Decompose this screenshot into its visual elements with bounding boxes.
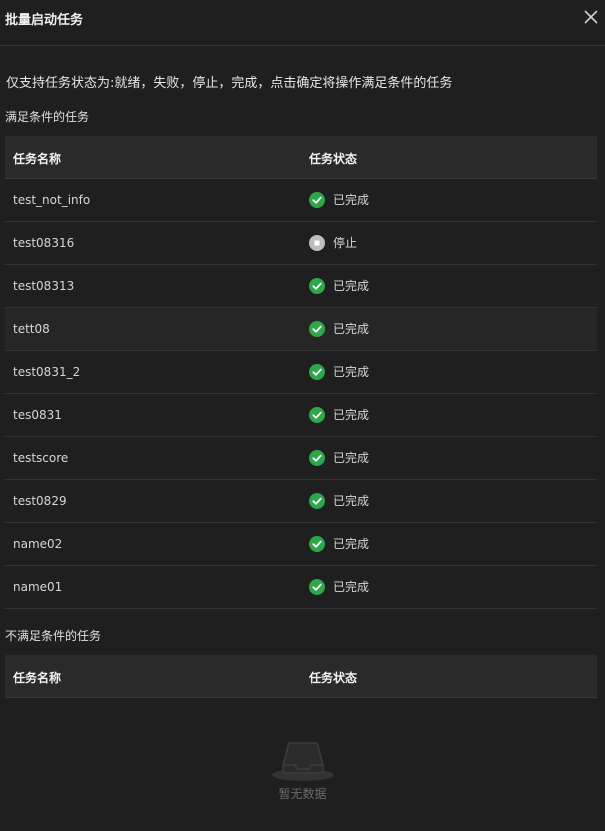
close-icon[interactable] xyxy=(583,8,599,26)
task-name-cell: test0831_2 xyxy=(13,365,81,379)
task-status-label: 已完成 xyxy=(333,193,370,207)
empty-state-text: 暂无数据 xyxy=(278,787,327,801)
check-circle-icon xyxy=(309,492,325,509)
task-status-cell: 已完成 xyxy=(309,277,369,294)
stop-circle-icon xyxy=(309,234,325,251)
task-name-cell: name02 xyxy=(13,537,63,551)
empty-inbox-icon xyxy=(271,742,334,781)
task-status-cell: 已完成 xyxy=(309,406,369,423)
table-row: test0829 已完成 xyxy=(5,480,597,523)
task-status-label: 停止 xyxy=(333,236,358,250)
task-status-label: 已完成 xyxy=(333,580,370,594)
task-name-cell: test0829 xyxy=(13,494,67,508)
task-status-cell: 已完成 xyxy=(309,363,369,380)
table-row: tett08 已完成 xyxy=(5,308,597,351)
check-circle-icon xyxy=(309,449,325,466)
task-status-cell: 已完成 xyxy=(309,449,369,466)
task-status-label: 已完成 xyxy=(333,322,370,336)
task-status-label: 已完成 xyxy=(333,365,370,379)
table-row: name02 已完成 xyxy=(5,523,597,566)
dialog-title: 批量启动任务 xyxy=(5,13,84,28)
check-circle-icon xyxy=(309,363,325,380)
check-circle-icon xyxy=(309,578,325,595)
table-row: test_not_info 已完成 xyxy=(5,179,597,222)
task-status-label: 已完成 xyxy=(333,494,370,508)
unqualified-table: 任务名称 任务状态 xyxy=(5,655,597,698)
table-row: testscore 已完成 xyxy=(5,437,597,480)
task-name-cell: tett08 xyxy=(13,322,50,336)
dialog-header: 批量启动任务 xyxy=(0,0,605,46)
task-status-cell: 停止 xyxy=(309,234,357,251)
table-row: test08313 已完成 xyxy=(5,265,597,308)
unqualified-table-header: 任务名称 任务状态 xyxy=(5,655,597,698)
task-status-cell: 已完成 xyxy=(309,492,369,509)
task-status-cell: 已完成 xyxy=(309,535,369,552)
column-header-task-status: 任务状态 xyxy=(309,671,358,685)
qualified-section-label: 满足条件的任务 xyxy=(5,110,90,124)
qualified-table-header: 任务名称 任务状态 xyxy=(5,136,597,179)
check-circle-icon xyxy=(309,406,325,423)
check-circle-icon xyxy=(309,191,325,208)
task-status-cell: 已完成 xyxy=(309,191,369,208)
task-name-cell: test08316 xyxy=(13,236,75,250)
task-name-cell: testscore xyxy=(13,451,69,465)
column-header-task-status: 任务状态 xyxy=(309,152,358,166)
task-name-cell: test_not_info xyxy=(13,193,91,207)
task-name-cell: tes0831 xyxy=(13,408,62,422)
check-circle-icon xyxy=(309,277,325,294)
task-status-label: 已完成 xyxy=(333,537,370,551)
task-name-cell: name01 xyxy=(13,580,63,594)
table-row: test08316 停止 xyxy=(5,222,597,265)
task-status-cell: 已完成 xyxy=(309,578,369,595)
dialog-description: 仅支持任务状态为:就绪，失败，停止，完成，点击确定将操作满足条件的任务 xyxy=(6,76,453,91)
table-row: name01 已完成 xyxy=(5,566,597,609)
task-status-label: 已完成 xyxy=(333,451,370,465)
task-status-cell: 已完成 xyxy=(309,320,369,337)
table-row: tes0831 已完成 xyxy=(5,394,597,437)
task-status-label: 已完成 xyxy=(333,408,370,422)
check-circle-icon xyxy=(309,320,325,337)
table-row: test0831_2 已完成 xyxy=(5,351,597,394)
column-header-task-name: 任务名称 xyxy=(13,152,62,166)
check-circle-icon xyxy=(309,535,325,552)
task-name-cell: test08313 xyxy=(13,279,75,293)
empty-state: 暂无数据 xyxy=(0,735,605,802)
column-header-task-name: 任务名称 xyxy=(13,671,62,685)
unqualified-section-label: 不满足条件的任务 xyxy=(5,629,102,643)
task-status-label: 已完成 xyxy=(333,279,370,293)
qualified-table: 任务名称 任务状态 test_not_info 已完成 test08316 停止 tes… xyxy=(5,136,597,609)
